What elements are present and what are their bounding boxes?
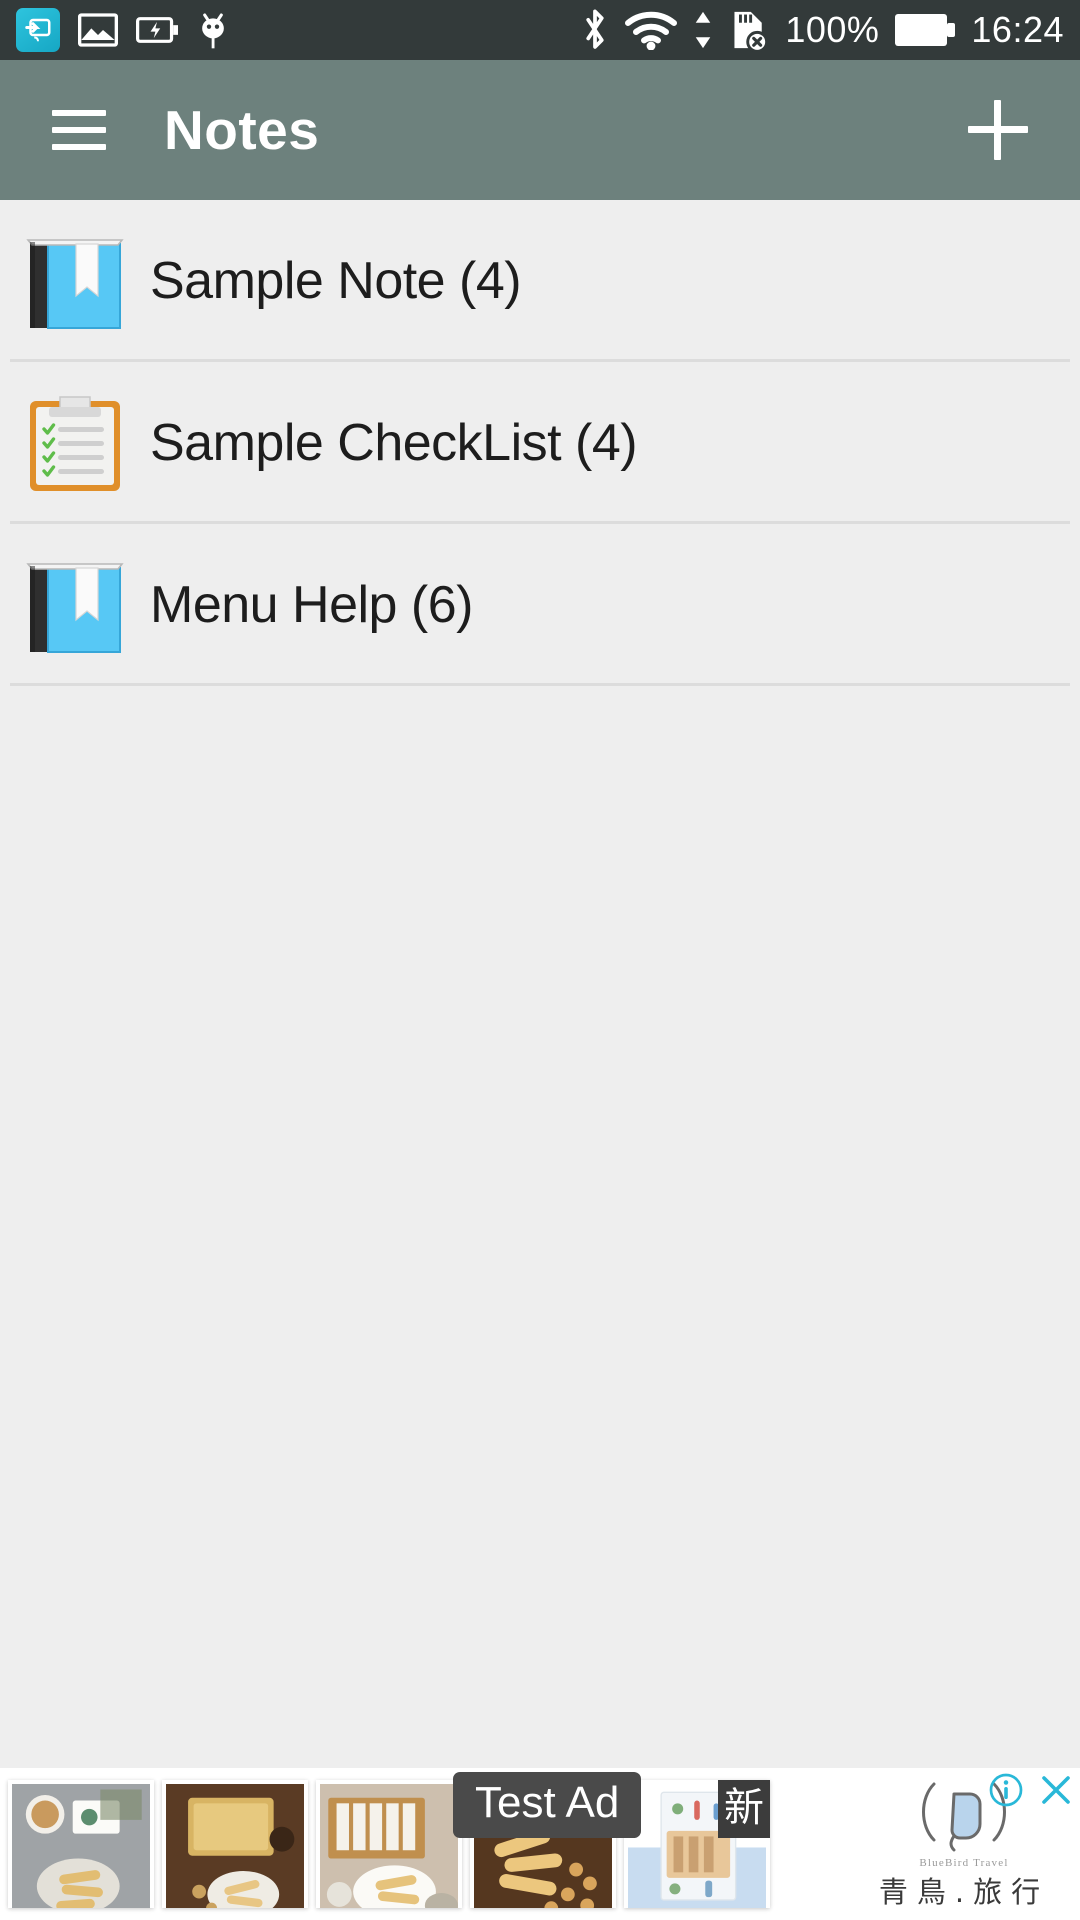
- android-debug-icon: [196, 10, 230, 50]
- ad-test-label: Test Ad: [453, 1772, 642, 1838]
- blue-book-icon: [0, 550, 150, 660]
- battery-percent-label: 100%: [785, 9, 880, 50]
- ad-new-badge: 新: [718, 1780, 770, 1838]
- phone-screen: 100% 16:24 Notes Sample Note (4) Sample …: [0, 0, 1080, 1920]
- ad-image-strip[interactable]: 新: [0, 1768, 770, 1920]
- page-title: Notes: [164, 99, 320, 161]
- bluetooth-icon: [581, 8, 609, 52]
- image-icon: [78, 13, 118, 47]
- wifi-icon: [625, 10, 678, 50]
- charging-battery-icon: [136, 16, 178, 44]
- clock-label: 16:24: [971, 9, 1064, 50]
- orange-clipboard-icon: [0, 387, 150, 499]
- list-item-label: Sample CheckList (4): [150, 414, 638, 472]
- hamburger-menu-icon[interactable]: [52, 110, 106, 150]
- ad-brand-en: BlueBird Travel: [919, 1856, 1009, 1869]
- close-icon[interactable]: [1038, 1772, 1074, 1813]
- app-bar: Notes: [0, 60, 1080, 200]
- list-item-label: Sample Note (4): [150, 252, 522, 310]
- notes-list: Sample Note (4) Sample CheckList (4) Men…: [0, 200, 1080, 686]
- list-item[interactable]: Sample CheckList (4): [0, 362, 1080, 524]
- blue-book-icon: [0, 226, 150, 336]
- ad-image-2[interactable]: [162, 1780, 308, 1908]
- status-bar: 100% 16:24: [0, 0, 1080, 60]
- data-transfer-icon: [693, 10, 713, 50]
- ad-image-3[interactable]: [316, 1780, 462, 1908]
- status-bar-left-icons: [16, 8, 230, 52]
- add-note-button[interactable]: [968, 100, 1028, 160]
- sd-card-removed-icon: [729, 8, 769, 52]
- battery-full-icon: [895, 13, 956, 47]
- ad-image-1[interactable]: [8, 1780, 154, 1908]
- ad-brand-cn: 青鳥.旅行: [878, 1874, 1050, 1909]
- list-item[interactable]: Sample Note (4): [0, 200, 1080, 362]
- list-item-label: Menu Help (6): [150, 576, 473, 634]
- info-icon[interactable]: [988, 1772, 1024, 1813]
- list-item[interactable]: Menu Help (6): [0, 524, 1080, 686]
- status-bar-right-icons: 100% 16:24: [581, 8, 1064, 52]
- ad-advertiser-block[interactable]: BlueBird Travel 青鳥.旅行: [848, 1768, 1080, 1920]
- list-divider: [10, 683, 1070, 686]
- ad-image-5[interactable]: 新: [624, 1780, 770, 1908]
- screen-cast-icon: [16, 8, 60, 52]
- ad-controls[interactable]: [988, 1772, 1074, 1813]
